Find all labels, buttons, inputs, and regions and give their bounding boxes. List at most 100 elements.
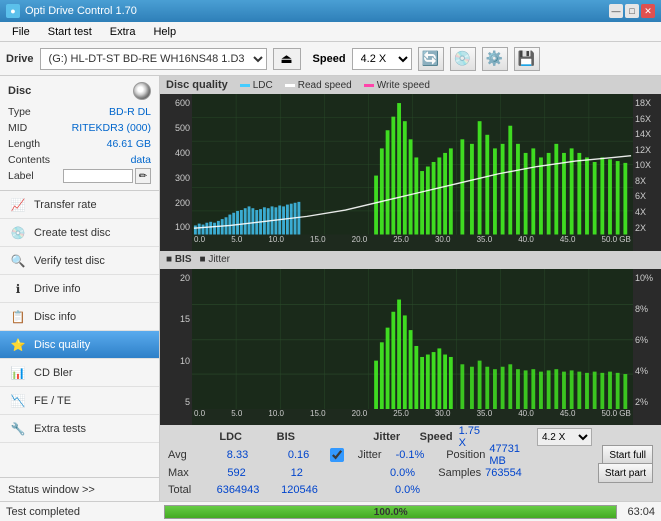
menu-help[interactable]: Help bbox=[145, 24, 184, 40]
speed-col-select[interactable]: 4.2 X bbox=[537, 428, 592, 446]
contents-value: data bbox=[131, 152, 151, 168]
length-value: 46.61 GB bbox=[107, 136, 151, 152]
disc-section: Disc Type BD-R DL MID RITEKDR3 (000) Len… bbox=[0, 76, 159, 191]
verify-test-disc-icon: 🔍 bbox=[10, 253, 26, 269]
label-edit-button[interactable]: ✏ bbox=[135, 168, 151, 184]
start-part-button[interactable]: Start part bbox=[598, 463, 653, 483]
bottom-status-bar: Test completed 100.0% 63:04 bbox=[0, 501, 661, 521]
disc-visual bbox=[133, 82, 151, 100]
chart-header: Disc quality LDC Read speed Write speed bbox=[160, 76, 661, 94]
start-full-button[interactable]: Start full bbox=[602, 445, 653, 465]
sidebar-item-disc-info[interactable]: 📋 Disc info bbox=[0, 303, 159, 331]
time-display: 63:04 bbox=[621, 506, 661, 518]
sidebar-item-disc-quality[interactable]: ⭐ Disc quality bbox=[0, 331, 159, 359]
jitter-checkbox[interactable] bbox=[330, 448, 344, 462]
sidebar-item-drive-info[interactable]: ℹ Drive info bbox=[0, 275, 159, 303]
status-text: Test completed bbox=[0, 506, 160, 518]
transfer-rate-icon: 📈 bbox=[10, 197, 26, 213]
bis-max: 12 bbox=[270, 467, 324, 479]
fe-te-icon: 📉 bbox=[10, 393, 26, 409]
mid-value: RITEKDR3 (000) bbox=[72, 120, 151, 136]
ldc-total: 6364943 bbox=[208, 484, 268, 496]
eject-button[interactable]: ⏏ bbox=[273, 48, 301, 70]
cd-bler-label: CD Bler bbox=[34, 367, 73, 379]
menu-extra[interactable]: Extra bbox=[102, 24, 144, 40]
sidebar-item-transfer-rate[interactable]: 📈 Transfer rate bbox=[0, 191, 159, 219]
stats-bar: LDC BIS Jitter Speed 1.75 X 4.2 X bbox=[160, 425, 661, 501]
write-color bbox=[364, 84, 374, 87]
toolbar: Drive (G:) HL-DT-ST BD-RE WH16NS48 1.D3 … bbox=[0, 42, 661, 76]
cd-bler-icon: 📊 bbox=[10, 365, 26, 381]
legend-read: Read speed bbox=[285, 80, 352, 91]
chart-area: Disc quality LDC Read speed Write speed … bbox=[160, 76, 661, 501]
disc-quality-icon: ⭐ bbox=[10, 337, 26, 353]
legend-write: Write speed bbox=[364, 80, 430, 91]
ldc-color bbox=[240, 84, 250, 87]
verify-test-disc-label: Verify test disc bbox=[34, 255, 105, 267]
jitter-total: 0.0% bbox=[375, 484, 440, 496]
drive-info-label: Drive info bbox=[34, 283, 80, 295]
status-window-label: Status window >> bbox=[8, 484, 95, 496]
sidebar-item-fe-te[interactable]: 📉 FE / TE bbox=[0, 387, 159, 415]
menu-bar: File Start test Extra Help bbox=[0, 22, 661, 42]
samples-value: 763554 bbox=[485, 467, 522, 479]
disc-quality-label: Disc quality bbox=[34, 339, 90, 351]
disc-info-label: Disc info bbox=[34, 311, 76, 323]
save-button[interactable]: 💾 bbox=[514, 47, 540, 71]
bis-avg: 0.16 bbox=[271, 449, 326, 461]
status-window-button[interactable]: Status window >> bbox=[0, 477, 159, 501]
settings-button[interactable]: ⚙️ bbox=[482, 47, 508, 71]
total-label: Total bbox=[168, 484, 204, 496]
type-label: Type bbox=[8, 104, 31, 120]
minimize-button[interactable]: — bbox=[609, 4, 623, 18]
max-label: Max bbox=[168, 467, 203, 479]
lower-chart-svg bbox=[192, 269, 633, 410]
bis-total: 120546 bbox=[272, 484, 327, 496]
sidebar-item-verify-test-disc[interactable]: 🔍 Verify test disc bbox=[0, 247, 159, 275]
title-bar: ● Opti Drive Control 1.70 — □ ✕ bbox=[0, 0, 661, 22]
sidebar-item-cd-bler[interactable]: 📊 CD Bler bbox=[0, 359, 159, 387]
drive-select[interactable]: (G:) HL-DT-ST BD-RE WH16NS48 1.D3 bbox=[40, 48, 267, 70]
maximize-button[interactable]: □ bbox=[625, 4, 639, 18]
label-input[interactable] bbox=[63, 169, 133, 183]
disc-section-title: Disc bbox=[8, 85, 31, 97]
transfer-rate-label: Transfer rate bbox=[34, 199, 97, 211]
nav-list: 📈 Transfer rate 💿 Create test disc 🔍 Ver… bbox=[0, 191, 159, 443]
drive-info-icon: ℹ bbox=[10, 281, 26, 297]
avg-label: Avg bbox=[168, 449, 204, 461]
app-icon: ● bbox=[6, 4, 20, 18]
sidebar: Disc Type BD-R DL MID RITEKDR3 (000) Len… bbox=[0, 76, 160, 501]
speed-label: Speed bbox=[313, 53, 346, 65]
jitter-avg: -0.1% bbox=[378, 449, 443, 461]
refresh-button[interactable]: 🔄 bbox=[418, 47, 444, 71]
label-label: Label bbox=[8, 168, 34, 184]
progress-container: 100.0% bbox=[164, 505, 617, 519]
menu-file[interactable]: File bbox=[4, 24, 38, 40]
menu-start-test[interactable]: Start test bbox=[40, 24, 100, 40]
sidebar-item-create-test-disc[interactable]: 💿 Create test disc bbox=[0, 219, 159, 247]
create-test-disc-label: Create test disc bbox=[34, 227, 110, 239]
ldc-max: 592 bbox=[207, 467, 266, 479]
upper-chart-svg bbox=[192, 94, 633, 235]
create-test-disc-icon: 💿 bbox=[10, 225, 26, 241]
lower-chart: 20 15 10 5 bbox=[160, 269, 661, 426]
read-color bbox=[285, 84, 295, 87]
extra-tests-icon: 🔧 bbox=[10, 421, 26, 437]
speed-select[interactable]: 4.2 X bbox=[352, 48, 412, 70]
mid-label: MID bbox=[8, 120, 27, 136]
disc-info-icon: 📋 bbox=[10, 309, 26, 325]
jitter-max: 0.0% bbox=[371, 467, 435, 479]
sidebar-item-extra-tests[interactable]: 🔧 Extra tests bbox=[0, 415, 159, 443]
ldc-avg: 8.33 bbox=[208, 449, 268, 461]
type-value: BD-R DL bbox=[109, 104, 151, 120]
disc-button[interactable]: 💿 bbox=[450, 47, 476, 71]
upper-chart: 600 500 400 300 200 100 bbox=[160, 94, 661, 251]
drive-label: Drive bbox=[6, 53, 34, 65]
close-button[interactable]: ✕ bbox=[641, 4, 655, 18]
contents-label: Contents bbox=[8, 152, 50, 168]
app-title: Opti Drive Control 1.70 bbox=[25, 5, 137, 17]
length-label: Length bbox=[8, 136, 40, 152]
bis-label: ■ BIS bbox=[166, 254, 192, 265]
jitter-label-chart: ■ Jitter bbox=[200, 254, 231, 265]
legend-ldc: LDC bbox=[240, 80, 273, 91]
